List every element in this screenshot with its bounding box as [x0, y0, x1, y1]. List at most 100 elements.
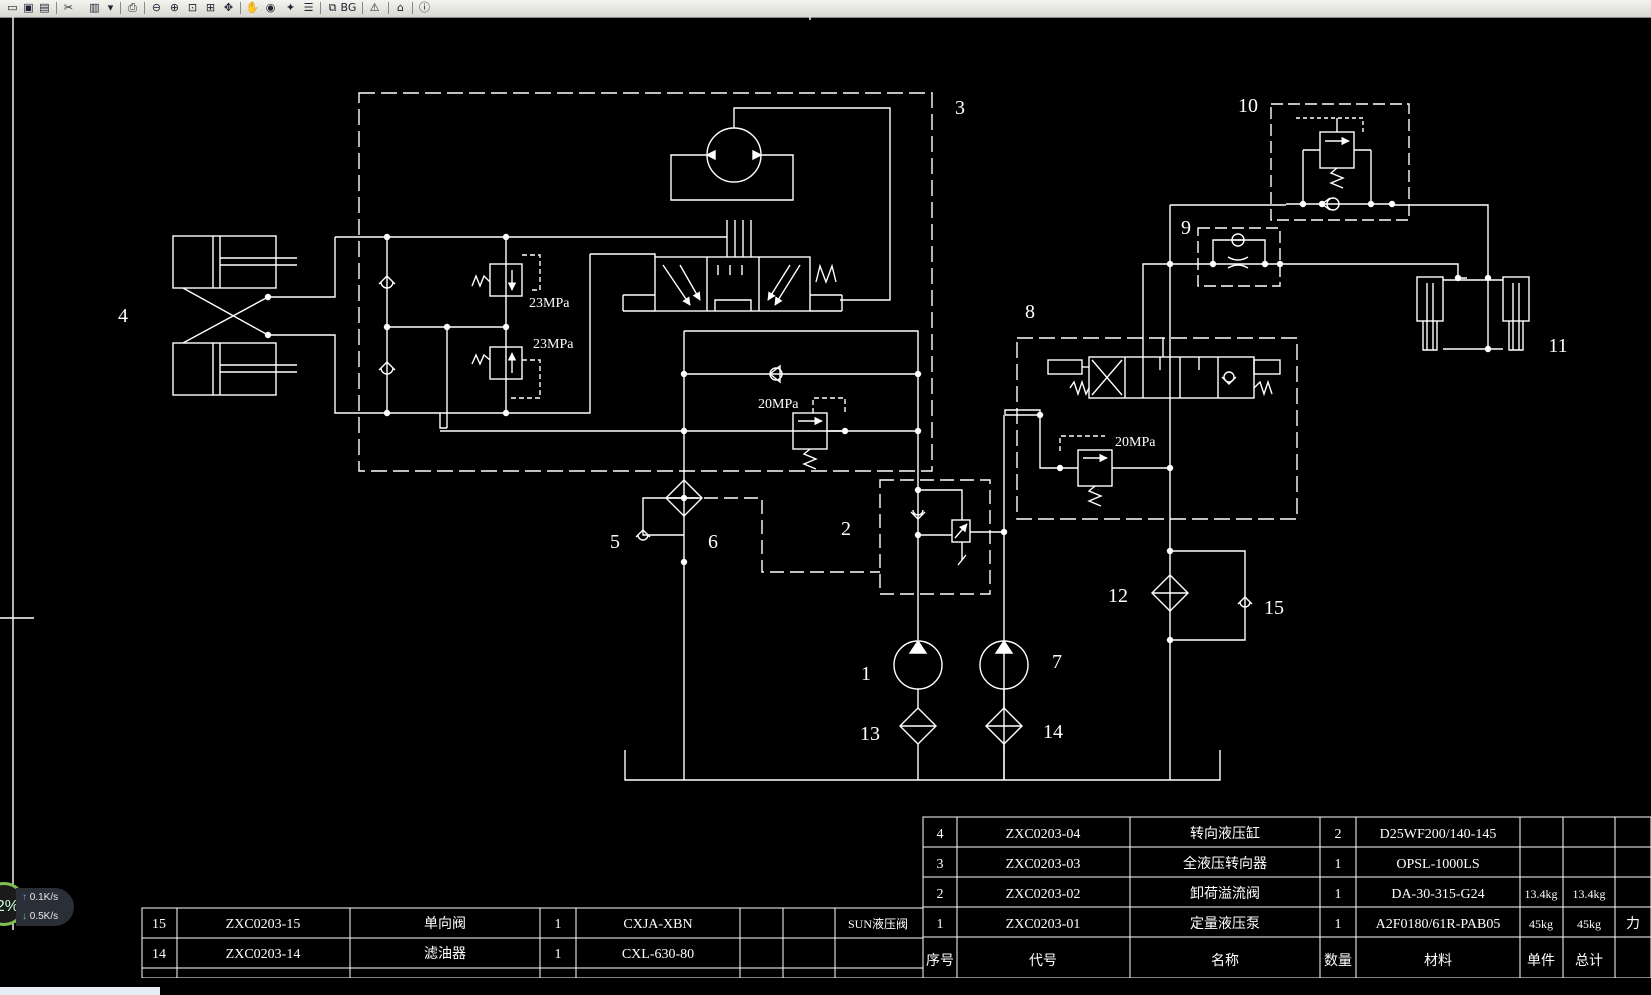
bom-right-code: ZXC0203-02 — [1006, 887, 1081, 902]
pan-realtime-icon[interactable]: ✋ — [244, 1, 261, 15]
bom-right-qty: 1 — [1335, 887, 1342, 902]
zoom-in-icon[interactable]: ⊕ — [166, 1, 183, 15]
home-icon[interactable]: ⌂ — [392, 1, 409, 15]
bom-left-code: ZXC0203-15 — [226, 917, 301, 932]
bom-left-code: ZXC0203-14 — [226, 947, 301, 962]
callout-5: 5 — [610, 531, 620, 553]
bom-right-material: DA-30-315-G24 — [1391, 887, 1484, 902]
tools-icon[interactable]: ✂ — [60, 1, 77, 15]
steering-unit-box — [358, 92, 933, 472]
bom-header-unit: 单件 — [1527, 953, 1555, 969]
export-icon[interactable]: ▤ — [36, 1, 53, 15]
drawing-canvas[interactable]: 1 2 3 4 5 6 7 8 9 10 11 12 13 14 15 23MPa 23MPa 20MPa 20M… — [0, 17, 1651, 995]
bom-right-qty: 1 — [1335, 857, 1342, 872]
open-icon[interactable]: ▭ — [4, 1, 21, 15]
view-icon[interactable]: ◉ — [262, 1, 279, 15]
download-row: ↓ 0.5K/s — [16, 907, 74, 926]
bom-right-unit: 45kg — [1529, 917, 1553, 931]
bom-left-supplier: SUN液压阀 — [848, 916, 908, 931]
upload-row: ↑ 0.1K/s — [16, 888, 74, 907]
bom-left-no: 15 — [152, 917, 166, 932]
bom-right-total: 45kg — [1577, 917, 1601, 931]
zoom-out-icon[interactable]: ⊖ — [148, 1, 165, 15]
toolbar-separator — [362, 2, 363, 14]
bom-header-code: 代号 — [1029, 953, 1057, 969]
bom-left-material: CXJA-XBN — [623, 917, 692, 932]
callout-8: 8 — [1025, 301, 1035, 323]
bom-right-extra: 力 — [1626, 916, 1640, 932]
toolbar-separator — [320, 2, 321, 14]
bom-left-qty: 1 — [555, 947, 562, 962]
layer-list-icon[interactable]: ☰ — [300, 1, 317, 15]
download-speed: 0.5K/s — [29, 911, 59, 922]
bom-right-material: A2F0180/61R-PAB05 — [1376, 917, 1501, 932]
callout-14: 14 — [1043, 721, 1063, 743]
callout-7: 7 — [1052, 651, 1062, 673]
pan-icon[interactable]: ✥ — [220, 1, 237, 15]
taskbar-strip — [0, 987, 160, 995]
callout-9: 9 — [1181, 217, 1191, 239]
bom-right-name: 卸荷溢流阀 — [1190, 886, 1260, 902]
print-icon[interactable]: ⎙ — [124, 1, 141, 15]
bom-right-code: ZXC0203-04 — [1006, 827, 1081, 842]
callout-1: 1 — [861, 663, 871, 685]
callout-2: 2 — [841, 518, 851, 540]
bom-header-no: 序号 — [926, 953, 954, 969]
bom-right-qty: 1 — [1335, 917, 1342, 932]
network-speed-widget[interactable]: 2% ↑ 0.1K/s ↓ 0.5K/s — [0, 882, 92, 932]
toolbar-separator — [388, 2, 389, 14]
bom-right-unit: 13.4kg — [1525, 887, 1558, 901]
zoom-extents-icon[interactable]: ⊞ — [202, 1, 219, 15]
callout-11: 11 — [1548, 335, 1567, 357]
callout-13: 13 — [860, 723, 880, 745]
bom-right-no: 1 — [937, 917, 944, 932]
bom-left-no: 14 — [152, 947, 166, 962]
callout-4: 4 — [118, 305, 128, 327]
save-icon[interactable]: ▣ — [20, 1, 37, 15]
bom-right-material: OPSL-1000LS — [1396, 857, 1479, 872]
toolbar-separator — [412, 2, 413, 14]
bom-right-material: D25WF200/140-145 — [1380, 827, 1497, 842]
bom-right-code: ZXC0203-03 — [1006, 857, 1081, 872]
callout-3: 3 — [955, 97, 965, 119]
bom-left-material: CXL-630-80 — [622, 947, 694, 962]
zoom-window-icon[interactable]: ⊡ — [184, 1, 201, 15]
bom-header-material: 材料 — [1424, 953, 1452, 969]
down-arrow-icon: ↓ — [22, 911, 27, 922]
bom-right-name: 定量液压泵 — [1190, 916, 1260, 932]
bg-icon[interactable]: BG — [340, 1, 357, 15]
bom-right-name: 全液压转向器 — [1183, 855, 1267, 872]
bom-right-no: 3 — [937, 857, 944, 872]
warning-icon[interactable]: ⚠ — [366, 1, 383, 15]
bom-left-qty: 1 — [555, 917, 562, 932]
net-panel: ↑ 0.1K/s ↓ 0.5K/s — [16, 888, 74, 926]
bom-left-name: 滤油器 — [424, 946, 466, 962]
info-icon[interactable]: ⓘ — [416, 1, 433, 15]
bom-header-total: 总计 — [1575, 953, 1603, 969]
dropdown-icon[interactable]: ▾ — [102, 1, 119, 15]
toolbar-separator — [56, 2, 57, 14]
layers-icon[interactable]: ▥ — [86, 1, 103, 15]
pressure-label: 23MPa — [529, 296, 570, 311]
callout-15: 15 — [1264, 597, 1284, 619]
copy-icon[interactable]: ⧉ — [324, 1, 341, 15]
bom-header-name: 名称 — [1211, 953, 1239, 969]
pressure-label: 20MPa — [1115, 435, 1156, 450]
bom-header-qty: 数量 — [1324, 953, 1352, 969]
callout-12: 12 — [1108, 585, 1128, 607]
bom-right-no: 2 — [937, 887, 944, 902]
toolbar-separator — [144, 2, 145, 14]
bom-right-name: 转向液压缸 — [1190, 825, 1260, 842]
bom-right-no: 4 — [937, 827, 944, 842]
up-arrow-icon: ↑ — [22, 892, 27, 903]
callout-6: 6 — [708, 531, 718, 553]
toolbar-separator — [240, 2, 241, 14]
upload-speed: 0.1K/s — [29, 892, 59, 903]
bom-left-name: 单向阀 — [424, 916, 466, 932]
bom-right-qty: 2 — [1335, 827, 1342, 842]
highlight-icon[interactable]: ✦ — [282, 1, 299, 15]
bom-right-code: ZXC0203-01 — [1006, 917, 1081, 932]
callout-10: 10 — [1238, 95, 1258, 117]
toolbar: ▭ ▣ ▤ ✂ ▥ ▾ ⎙ ⊖ ⊕ ⊡ ⊞ ✥ ✋ ◉ ✦ ☰ ⧉ BG ⚠ ⌂ ⓘ — [0, 0, 1651, 18]
pressure-label: 20MPa — [758, 397, 799, 412]
